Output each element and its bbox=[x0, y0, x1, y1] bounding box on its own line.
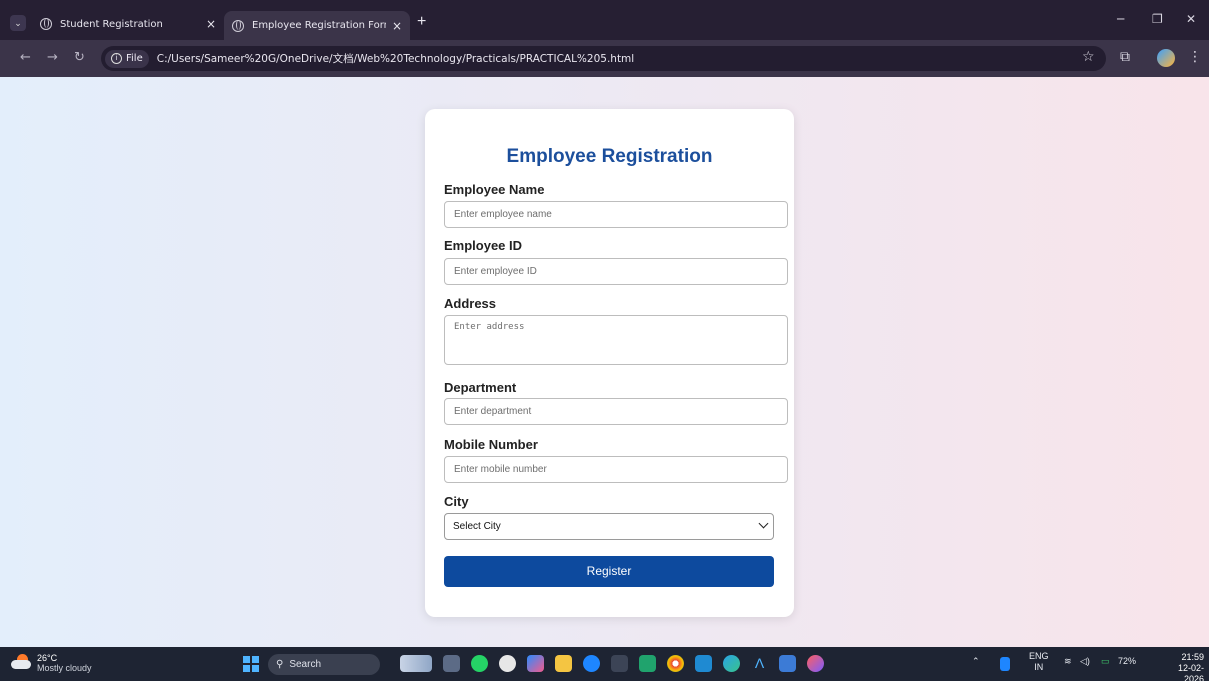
new-tab-plus-icon[interactable]: + bbox=[417, 13, 426, 31]
globe-icon bbox=[40, 18, 52, 30]
close-tab-icon[interactable]: × bbox=[206, 17, 216, 31]
file-explorer-window-icon[interactable] bbox=[443, 655, 460, 672]
weather-temp: 26°C bbox=[37, 653, 58, 663]
volume-icon[interactable]: ◁) bbox=[1080, 656, 1090, 667]
profile-avatar[interactable] bbox=[1157, 49, 1175, 67]
window-close-icon[interactable]: ✕ bbox=[1186, 12, 1196, 26]
clock-date: 12-02-2026 bbox=[1177, 663, 1204, 681]
bluetooth-tray-icon[interactable] bbox=[1000, 657, 1010, 671]
tab-title: Employee Registration Form bbox=[252, 20, 386, 31]
wifi-icon[interactable]: ≋ bbox=[1064, 656, 1072, 667]
forward-arrow-icon[interactable]: → bbox=[47, 50, 58, 65]
battery-percent: 72% bbox=[1118, 656, 1137, 666]
employee-id-input[interactable] bbox=[444, 258, 788, 285]
clock-time: 21:59 bbox=[1181, 652, 1204, 662]
employee-name-input[interactable] bbox=[444, 201, 788, 228]
city-select[interactable]: Select City bbox=[444, 513, 774, 540]
site-info-chip[interactable]: i File bbox=[105, 49, 149, 68]
employee-id-label: Employee ID bbox=[444, 238, 523, 253]
department-label: Department bbox=[444, 380, 517, 395]
page-viewport: Employee Registration Employee Name Empl… bbox=[0, 77, 1209, 647]
copilot-icon[interactable] bbox=[527, 655, 544, 672]
mobile-number-label: Mobile Number bbox=[444, 437, 538, 452]
register-button[interactable]: Register bbox=[444, 556, 774, 587]
form-heading: Employee Registration bbox=[506, 146, 713, 167]
extensions-puzzle-icon[interactable]: ⧉ bbox=[1120, 49, 1130, 65]
tab-employee-registration-form[interactable]: Employee Registration Form × bbox=[224, 11, 410, 40]
info-icon: i bbox=[111, 53, 122, 64]
chrome-icon[interactable] bbox=[667, 655, 684, 672]
registration-card: Employee Registration Employee Name Empl… bbox=[425, 109, 794, 617]
minimize-icon[interactable]: ─ bbox=[1117, 12, 1124, 26]
bookmark-star-icon[interactable]: ☆ bbox=[1082, 49, 1095, 65]
weather-widget[interactable]: 26°C Mostly cloudy bbox=[37, 653, 92, 673]
tab-search-chevron-icon[interactable]: ⌄ bbox=[10, 15, 26, 31]
url-text: C:/Users/Sameer%20G/OneDrive/文档/Web%20Te… bbox=[156, 53, 635, 65]
search-icon: ⚲ bbox=[276, 659, 284, 670]
reload-icon[interactable]: ↻ bbox=[74, 50, 85, 65]
globe-icon bbox=[232, 19, 244, 32]
restore-icon[interactable]: ❐ bbox=[1152, 12, 1163, 26]
battery-icon[interactable]: ▭ bbox=[1101, 656, 1110, 667]
browser-menu-icon[interactable]: ⋮ bbox=[1188, 49, 1202, 65]
weather-cloud-sun-icon[interactable] bbox=[11, 654, 33, 670]
back-arrow-icon[interactable]: ← bbox=[20, 50, 31, 65]
city-label: City bbox=[444, 494, 469, 509]
mobile-number-input[interactable] bbox=[444, 456, 788, 483]
clock[interactable]: 21:59 12-02-2026 bbox=[1162, 652, 1204, 681]
folder-icon[interactable] bbox=[555, 655, 572, 672]
photos-icon[interactable] bbox=[639, 655, 656, 672]
address-bar[interactable]: i File C:/Users/Sameer%20G/OneDrive/文档/W… bbox=[101, 46, 1106, 71]
city-selected-value: Select City bbox=[453, 521, 501, 532]
close-tab-icon[interactable]: × bbox=[392, 19, 402, 33]
taskbar-search[interactable]: ⚲ Search bbox=[268, 654, 380, 675]
edge-icon[interactable] bbox=[723, 655, 740, 672]
chevron-up-icon[interactable]: ⌃ bbox=[972, 656, 980, 667]
weather-desc: Mostly cloudy bbox=[37, 663, 92, 673]
chevron-down-icon bbox=[758, 518, 769, 529]
browser-toolbar: ← → ↻ i File C:/Users/Sameer%20G/OneDriv… bbox=[0, 40, 1209, 77]
lang-top: ENG bbox=[1029, 651, 1049, 661]
word-icon[interactable] bbox=[779, 655, 796, 672]
language-indicator[interactable]: ENG IN bbox=[1029, 651, 1049, 673]
tab-title: Student Registration bbox=[60, 18, 163, 30]
employee-name-label: Employee Name bbox=[444, 182, 545, 197]
chip-label: File bbox=[126, 53, 143, 64]
taskbar: 26°C Mostly cloudy ⚲ Search Λ ⌃ ENG IN ≋… bbox=[0, 647, 1209, 681]
terminal-icon[interactable] bbox=[611, 655, 628, 672]
tab-student-registration[interactable]: Student Registration × bbox=[32, 12, 224, 36]
bluetooth-icon[interactable] bbox=[583, 655, 600, 672]
lang-bottom: IN bbox=[1034, 662, 1044, 672]
address-textarea[interactable] bbox=[444, 315, 788, 365]
whatsapp-icon[interactable] bbox=[471, 655, 488, 672]
colorful-app-icon[interactable] bbox=[807, 655, 824, 672]
chatgpt-icon[interactable] bbox=[499, 655, 516, 672]
start-windows-icon[interactable] bbox=[243, 656, 259, 672]
browser-tab-strip: ⌄ Student Registration × Employee Regist… bbox=[0, 0, 1209, 40]
department-input[interactable] bbox=[444, 398, 788, 425]
arc-app-icon[interactable]: Λ bbox=[751, 655, 768, 672]
taskbar-search-label: Search bbox=[289, 659, 322, 670]
people-widget-icon[interactable] bbox=[400, 655, 432, 672]
address-label: Address bbox=[444, 296, 497, 311]
vscode-icon[interactable] bbox=[695, 655, 712, 672]
